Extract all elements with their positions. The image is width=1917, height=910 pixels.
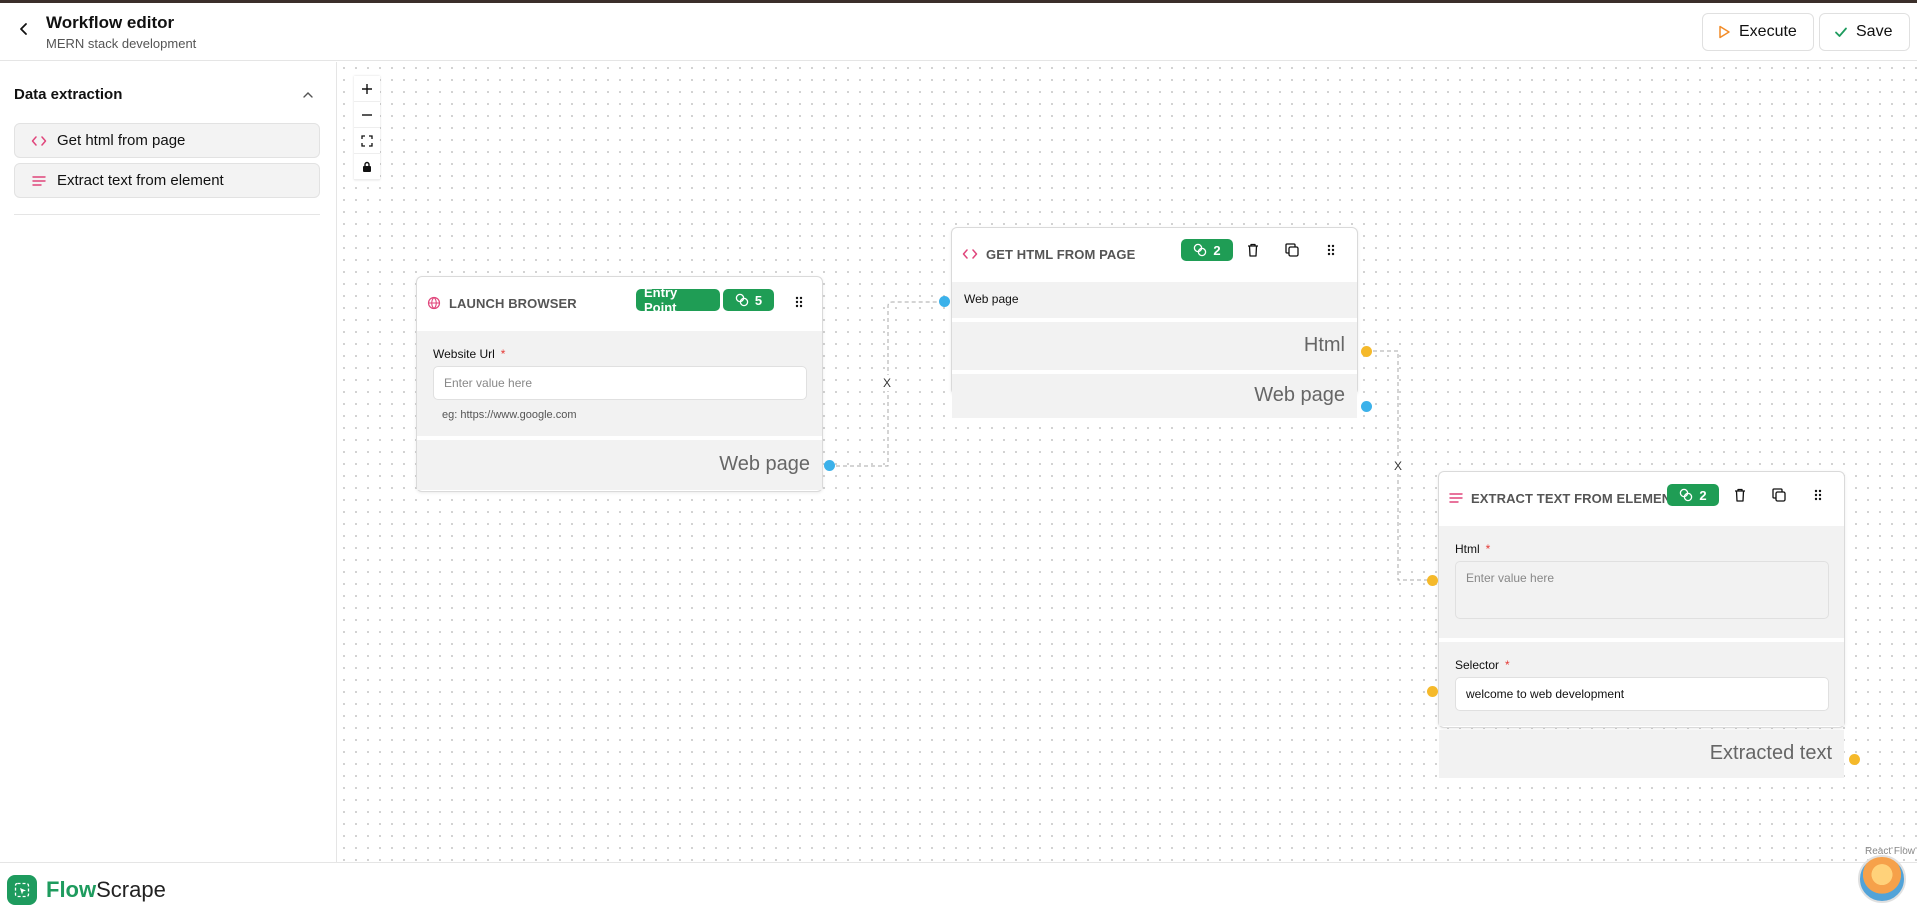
node-input-section: Web page: [952, 282, 1357, 318]
sidebar-item-label: Extract text from element: [57, 172, 224, 189]
edge-delete-button[interactable]: X: [1390, 458, 1406, 474]
node-extract-text[interactable]: EXTRACT TEXT FROM ELEMENT 2 Html* Select…: [1438, 471, 1845, 778]
chevron-up-icon[interactable]: [302, 88, 314, 106]
code-icon: [31, 135, 47, 146]
drag-handle-icon[interactable]: [787, 290, 811, 314]
input-label-web-page: Web page: [964, 292, 1019, 306]
save-button[interactable]: Save: [1819, 13, 1910, 51]
logo-icon[interactable]: [7, 875, 37, 905]
drag-handle-icon[interactable]: [1319, 238, 1343, 262]
flow-canvas[interactable]: X X LAUNCH BROWSER Entry Point 5 Website…: [338, 62, 1917, 862]
brand-logo[interactable]: FlowScrape: [46, 877, 166, 903]
globe-icon: [427, 296, 441, 310]
node-output-web-page: Web page: [952, 374, 1357, 418]
input-handle-html[interactable]: [1427, 575, 1438, 586]
website-url-hint: eg: https://www.google.com: [442, 409, 577, 421]
website-url-input[interactable]: [433, 366, 807, 400]
output-handle-extracted-text[interactable]: [1849, 754, 1860, 765]
drag-handle-icon[interactable]: [1806, 483, 1830, 507]
node-input-section: Website Url* eg: https://www.google.com: [417, 331, 822, 436]
credits-badge: 2: [1667, 484, 1719, 506]
node-output-section: Extracted text: [1439, 730, 1844, 778]
credits-value: 2: [1213, 242, 1221, 258]
text-lines-icon: [1449, 493, 1463, 503]
divider: [14, 214, 320, 215]
credits-badge: 5: [723, 289, 774, 311]
text-lines-icon: [32, 175, 46, 186]
code-icon: [962, 249, 978, 259]
input-handle-web-page[interactable]: [939, 296, 950, 307]
output-label-web-page: Web page: [1254, 384, 1345, 406]
header: Workflow editor MERN stack development E…: [0, 3, 1917, 61]
page-subtitle: MERN stack development: [46, 36, 197, 51]
trash-icon[interactable]: [1728, 483, 1752, 507]
node-input-selector: Selector *: [1439, 642, 1844, 726]
copy-icon[interactable]: [1767, 483, 1791, 507]
react-flow-attribution[interactable]: React Flow: [1865, 846, 1915, 857]
section-title[interactable]: Data extraction: [14, 86, 122, 103]
play-icon: [1719, 25, 1730, 39]
page-title: Workflow editor: [46, 13, 175, 32]
node-input-html: Html *: [1439, 526, 1844, 638]
edge-delete-button[interactable]: X: [879, 375, 895, 391]
input-handle-selector[interactable]: [1427, 686, 1438, 697]
output-handle-web-page[interactable]: [824, 460, 835, 471]
credits-value: 5: [754, 292, 763, 308]
output-handle-web-page[interactable]: [1361, 401, 1372, 412]
node-title: LAUNCH BROWSER: [449, 295, 577, 311]
user-avatar[interactable]: [1858, 855, 1906, 903]
html-textarea[interactable]: [1455, 561, 1829, 619]
sidebar-item-label: Get html from page: [57, 132, 186, 149]
save-label: Save: [1856, 23, 1893, 40]
coins-icon: [1194, 243, 1207, 257]
credits-badge: 2: [1181, 239, 1233, 261]
selector-input[interactable]: [1455, 677, 1829, 711]
node-output-html: Html: [952, 322, 1357, 370]
node-title: EXTRACT TEXT FROM ELEMENT: [1471, 490, 1680, 506]
check-icon: [1835, 27, 1847, 37]
node-title: GET HTML FROM PAGE: [986, 246, 1136, 262]
output-handle-html[interactable]: [1361, 346, 1372, 357]
website-url-label: Website Url *: [433, 347, 506, 361]
task-menu-sidebar: Data extraction Get html from page Extra…: [0, 62, 337, 862]
execute-label: Execute: [1739, 23, 1797, 40]
trash-icon[interactable]: [1241, 238, 1265, 262]
footer: FlowScrape: [0, 862, 1917, 910]
output-label-html: Html: [1303, 334, 1345, 356]
node-launch-browser[interactable]: LAUNCH BROWSER Entry Point 5 Website Url…: [416, 276, 823, 492]
output-label-web-page: Web page: [719, 453, 810, 475]
node-get-html[interactable]: GET HTML FROM PAGE 2 Web page Html Web p…: [951, 227, 1358, 418]
execute-button[interactable]: Execute: [1702, 13, 1814, 51]
coins-icon: [1680, 488, 1693, 502]
node-output-section: Web page: [417, 440, 822, 490]
selector-label: Selector *: [1455, 658, 1510, 672]
entry-point-badge: Entry Point: [636, 285, 720, 315]
coins-icon: [735, 293, 749, 307]
sidebar-item-get-html[interactable]: Get html from page: [14, 123, 320, 158]
sidebar-item-extract-text[interactable]: Extract text from element: [14, 163, 320, 198]
copy-icon[interactable]: [1280, 238, 1304, 262]
output-label-extracted-text: Extracted text: [1709, 742, 1832, 764]
back-icon[interactable]: [14, 19, 34, 39]
credits-value: 2: [1699, 487, 1707, 503]
html-label: Html *: [1455, 542, 1491, 556]
